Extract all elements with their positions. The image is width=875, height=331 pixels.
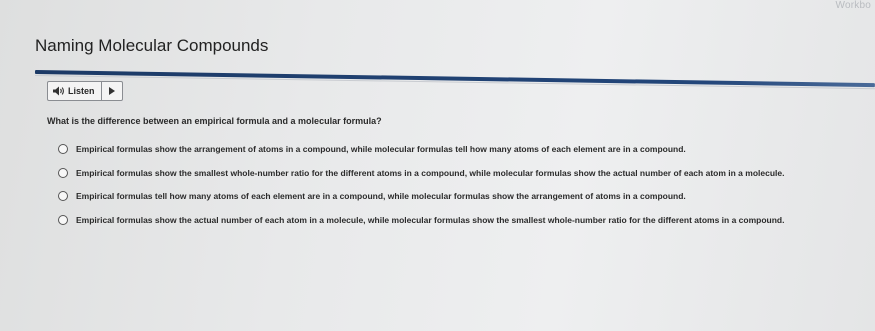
radio-button[interactable] bbox=[58, 214, 68, 225]
answer-option-2[interactable]: Empirical formulas show the smallest who… bbox=[58, 162, 784, 185]
speaker-icon bbox=[53, 86, 64, 96]
title-divider bbox=[34, 70, 875, 88]
listen-button[interactable]: Listen bbox=[48, 82, 102, 100]
answer-option-4[interactable]: Empirical formulas show the actual numbe… bbox=[58, 209, 784, 232]
radio-button[interactable] bbox=[58, 167, 68, 178]
radio-button[interactable] bbox=[58, 191, 68, 202]
listen-label: Listen bbox=[68, 86, 95, 96]
radio-button[interactable] bbox=[58, 144, 68, 155]
question-prompt: What is the difference between an empiri… bbox=[47, 116, 382, 126]
answer-option-text: Empirical formulas show the arrangement … bbox=[76, 144, 686, 155]
answer-option-3[interactable]: Empirical formulas tell how many atoms o… bbox=[58, 185, 784, 208]
answer-option-1[interactable]: Empirical formulas show the arrangement … bbox=[58, 138, 784, 161]
answer-option-text: Empirical formulas show the actual numbe… bbox=[76, 214, 785, 225]
listen-widget: Listen bbox=[47, 81, 123, 101]
answer-option-text: Empirical formulas show the smallest who… bbox=[76, 167, 785, 178]
answer-option-text: Empirical formulas tell how many atoms o… bbox=[76, 191, 686, 202]
play-button[interactable] bbox=[102, 82, 122, 100]
corner-label: Workbo bbox=[835, 0, 871, 11]
page-title: Naming Molecular Compounds bbox=[35, 36, 269, 55]
answer-options: Empirical formulas show the arrangement … bbox=[58, 138, 784, 228]
play-icon bbox=[108, 87, 115, 95]
